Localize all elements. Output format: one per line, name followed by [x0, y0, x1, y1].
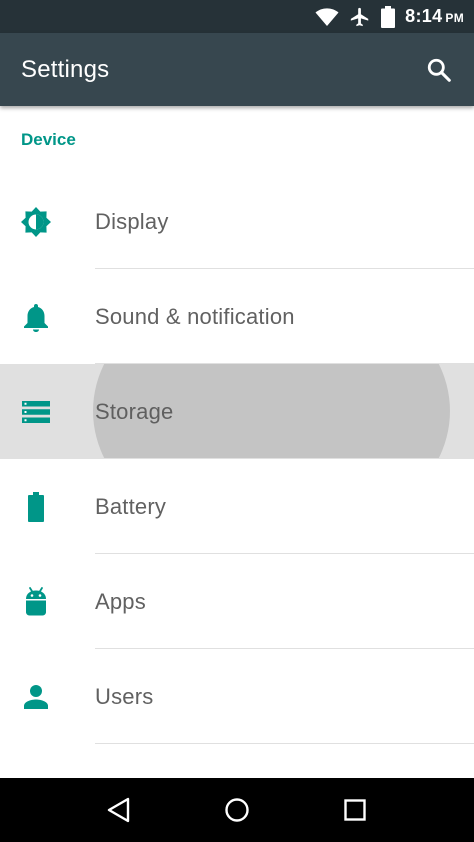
navigation-bar — [0, 778, 474, 842]
settings-item-label: Display — [95, 208, 169, 234]
wifi-icon — [315, 7, 339, 27]
settings-item-label: Apps — [95, 588, 146, 614]
page-title: Settings — [21, 55, 110, 83]
airplane-mode-icon — [349, 6, 371, 28]
back-icon — [107, 797, 130, 823]
search-button[interactable] — [422, 53, 456, 87]
status-time: 8:14 PM — [405, 6, 464, 27]
android-icon — [20, 586, 52, 618]
time-value: 8:14 — [405, 6, 443, 26]
recents-icon — [344, 799, 366, 821]
storage-icon — [20, 396, 52, 428]
settings-item-sound-notification[interactable]: Sound & notification — [0, 269, 474, 364]
settings-item-label: Users — [95, 683, 154, 709]
section-header-device: Device — [21, 130, 76, 149]
app-bar: Settings — [0, 33, 474, 106]
divider — [95, 743, 474, 744]
battery-icon — [381, 5, 396, 28]
home-button[interactable] — [213, 786, 261, 834]
time-ampm: PM — [445, 11, 464, 25]
bell-icon — [20, 301, 52, 333]
back-button[interactable] — [95, 786, 143, 834]
settings-list-container[interactable]: Device Display Sound & notification Stor… — [0, 106, 474, 778]
brightness-icon — [20, 206, 52, 238]
settings-item-label: Sound & notification — [95, 303, 295, 329]
settings-list: Display Sound & notification Storage Bat… — [0, 174, 474, 744]
recents-button[interactable] — [331, 786, 379, 834]
settings-item-users[interactable]: Users — [0, 649, 474, 744]
battery-icon — [20, 491, 52, 523]
settings-item-battery[interactable]: Battery — [0, 459, 474, 554]
settings-item-display[interactable]: Display — [0, 174, 474, 269]
settings-item-label: Storage — [95, 398, 174, 424]
status-bar: 8:14 PM — [0, 0, 474, 33]
home-icon — [225, 798, 249, 822]
search-icon — [427, 58, 451, 82]
settings-item-label: Battery — [95, 493, 167, 519]
person-icon — [20, 681, 52, 713]
settings-item-apps[interactable]: Apps — [0, 554, 474, 649]
settings-item-storage[interactable]: Storage — [0, 364, 474, 459]
